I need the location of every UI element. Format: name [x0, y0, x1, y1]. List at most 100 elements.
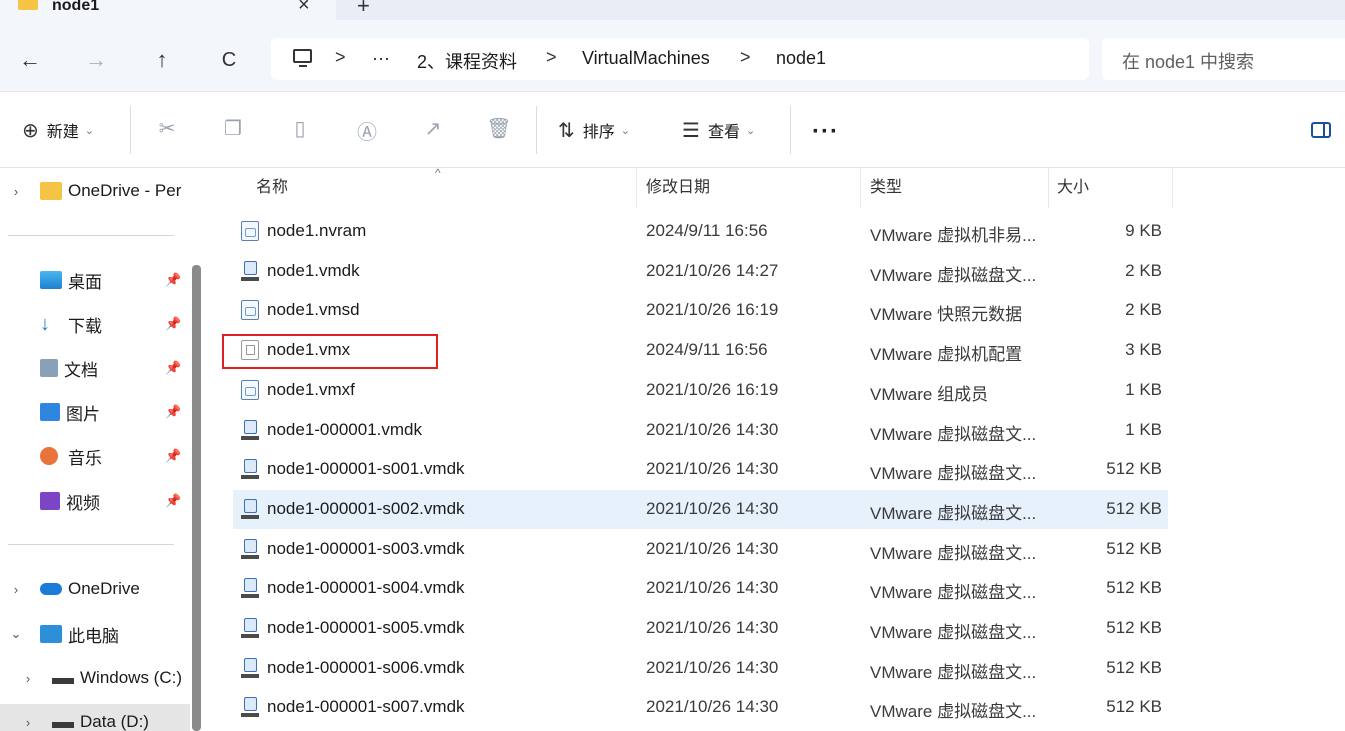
pictures-icon [40, 403, 60, 421]
sidebar-item-videos[interactable]: 视频 📌 [0, 483, 190, 519]
file-date: 2021/10/26 16:19 [646, 379, 779, 399]
pin-icon[interactable]: 📌 [165, 493, 181, 509]
delete-icon[interactable]: 🗑 [486, 116, 512, 141]
file-row[interactable]: node1.vmxf 2021/10/26 16:19 VMware 组成员 1 KB [233, 371, 1168, 410]
chevron-right-icon[interactable]: › [8, 582, 24, 597]
file-size: 512 KB [1106, 697, 1162, 717]
disk-file-icon [241, 538, 259, 559]
disk-file-icon [241, 459, 259, 480]
file-size: 1 KB [1125, 379, 1162, 399]
sidebar-item-downloads[interactable]: ↓ 下载 📌 [0, 306, 190, 342]
file-row[interactable]: node1-000001-s002.vmdk 2021/10/26 14:30 VM… [233, 489, 1168, 529]
file-date: 2021/10/26 14:30 [646, 498, 779, 518]
sidebar-item-drive-c[interactable]: › Windows (C:) [0, 660, 190, 696]
breadcrumb-item-course[interactable]: 2、课程资料 [417, 48, 517, 74]
address-bar[interactable]: > ··· 2、课程资料 > VirtualMachines > node1 [271, 38, 1089, 80]
sidebar-item-drive-d[interactable]: › Data (D:) [0, 704, 190, 731]
folder-icon [18, 0, 38, 10]
sidebar-item-music[interactable]: 音乐 📌 [0, 438, 190, 474]
pin-icon[interactable]: 📌 [165, 316, 181, 332]
disk-file-icon [241, 419, 259, 440]
scrollbar-thumb[interactable] [192, 265, 201, 731]
pin-icon[interactable]: 📌 [165, 360, 181, 376]
file-type: VMware 虚拟机非易... [870, 226, 1037, 245]
chevron-right-icon[interactable]: › [20, 671, 36, 686]
sidebar-item-pictures[interactable]: 图片 📌 [0, 394, 190, 430]
chevron-down-icon[interactable]: ⌄ [8, 626, 24, 642]
file-row[interactable]: node1-000001-s001.vmdk 2021/10/26 14:30 VM… [233, 450, 1168, 489]
sort-icon: ⇅ [558, 119, 575, 142]
file-date: 2024/9/11 16:56 [646, 221, 768, 240]
file-row[interactable]: node1.vmdk 2021/10/26 14:27 VMware 虚拟磁盘文..… [233, 252, 1168, 291]
paste-icon[interactable]: ▯ [287, 116, 313, 141]
back-button[interactable]: ← [14, 46, 46, 74]
disk-file-icon [241, 498, 259, 519]
disk-file-icon [241, 697, 259, 718]
file-row[interactable]: node1-000001-s007.vmdk 2021/10/26 14:30 VM… [233, 688, 1168, 727]
new-tab-button[interactable]: + [357, 0, 370, 19]
file-row[interactable]: node1-000001-s003.vmdk 2021/10/26 14:30 VM… [233, 530, 1168, 569]
column-header-name[interactable]: 名称 [256, 168, 288, 208]
cut-icon[interactable]: ✂ [154, 116, 180, 141]
file-date: 2021/10/26 14:30 [646, 657, 779, 677]
file-row[interactable]: node1.nvram 2024/9/11 16:56 VMware 虚拟机非易..… [233, 212, 1168, 251]
sidebar-item-desktop[interactable]: 桌面 📌 [0, 262, 190, 298]
column-divider[interactable] [860, 168, 861, 208]
column-header-date[interactable]: 修改日期 [646, 168, 710, 208]
folder-icon [40, 182, 62, 200]
file-name: node1.nvram [267, 221, 367, 240]
file-row[interactable]: node1-000001-s005.vmdk 2021/10/26 14:30 VM… [233, 609, 1168, 648]
file-date: 2021/10/26 14:30 [646, 618, 779, 637]
file-row[interactable]: node1-000001-s006.vmdk 2021/10/26 14:30 VM… [233, 649, 1168, 688]
sidebar-item-label: OneDrive [68, 579, 140, 598]
pin-icon[interactable]: 📌 [165, 272, 181, 288]
column-divider[interactable] [1048, 168, 1049, 208]
column-header-type[interactable]: 类型 [870, 168, 902, 208]
sidebar-item-label: 桌面 [68, 272, 102, 292]
copy-icon[interactable]: ❐ [220, 116, 246, 141]
up-button[interactable]: ↑ [146, 46, 178, 74]
file-size: 9 KB [1125, 221, 1162, 240]
disk-file-icon [241, 578, 259, 599]
breadcrumb-item-virtualmachines[interactable]: VirtualMachines [582, 48, 710, 69]
pin-icon[interactable]: 📌 [165, 448, 181, 464]
breadcrumb-item-node1[interactable]: node1 [776, 48, 826, 69]
share-icon[interactable]: ↗ [420, 116, 446, 141]
file-date: 2024/9/11 16:56 [646, 340, 768, 360]
sidebar-item-onedrive-personal[interactable]: › OneDrive - Per [0, 173, 190, 209]
column-divider[interactable] [636, 168, 637, 208]
file-row[interactable]: node1.vmsd 2021/10/26 16:19 VMware 快照元数据 2 … [233, 291, 1168, 330]
column-divider[interactable] [1172, 168, 1173, 208]
sidebar-item-documents[interactable]: 文档 📌 [0, 350, 190, 386]
breadcrumb-overflow[interactable]: ··· [372, 48, 390, 69]
document-file-icon [241, 379, 259, 400]
column-header-size[interactable]: 大小 [1057, 168, 1089, 208]
file-row[interactable]: node1-000001-s004.vmdk 2021/10/26 14:30 VM… [233, 569, 1168, 608]
sidebar-scrollbar[interactable] [190, 265, 202, 731]
file-row[interactable]: node1-000001.vmdk 2021/10/26 14:30 VMware … [233, 411, 1168, 450]
tab-node1[interactable]: node1 × [0, 0, 336, 20]
sidebar-item-label: 文档 [64, 360, 98, 380]
file-size: 512 KB [1106, 618, 1162, 637]
close-tab-button[interactable]: × [298, 0, 310, 17]
chevron-right-icon[interactable]: › [8, 184, 24, 199]
details-pane-icon[interactable] [1311, 122, 1331, 138]
file-name: node1.vmdk [267, 260, 360, 280]
forward-button[interactable]: → [80, 46, 112, 74]
more-options-button[interactable]: ··· [812, 118, 839, 146]
rename-icon[interactable]: Ⓐ [354, 116, 380, 145]
new-button[interactable]: ⊕ 新建 ⌄ [22, 116, 94, 144]
file-date: 2021/10/26 14:30 [646, 578, 779, 598]
chevron-right-icon[interactable]: › [20, 715, 36, 730]
pin-icon[interactable]: 📌 [165, 404, 181, 420]
sort-button[interactable]: ⇅ 排序 ⌄ [558, 116, 630, 144]
file-type: VMware 虚拟机配置 [870, 345, 1023, 365]
file-size: 1 KB [1125, 419, 1162, 439]
sidebar-item-onedrive[interactable]: › OneDrive [0, 571, 190, 607]
view-button[interactable]: ☰ 查看 ⌄ [682, 116, 755, 144]
sidebar-item-this-pc[interactable]: ⌄ 此电脑 [0, 616, 190, 652]
search-input[interactable]: 在 node1 中搜索 [1102, 38, 1345, 80]
refresh-button[interactable]: C [213, 46, 245, 74]
sidebar-item-label: 视频 [66, 493, 100, 513]
file-type: VMware 虚拟磁盘文... [870, 464, 1037, 484]
